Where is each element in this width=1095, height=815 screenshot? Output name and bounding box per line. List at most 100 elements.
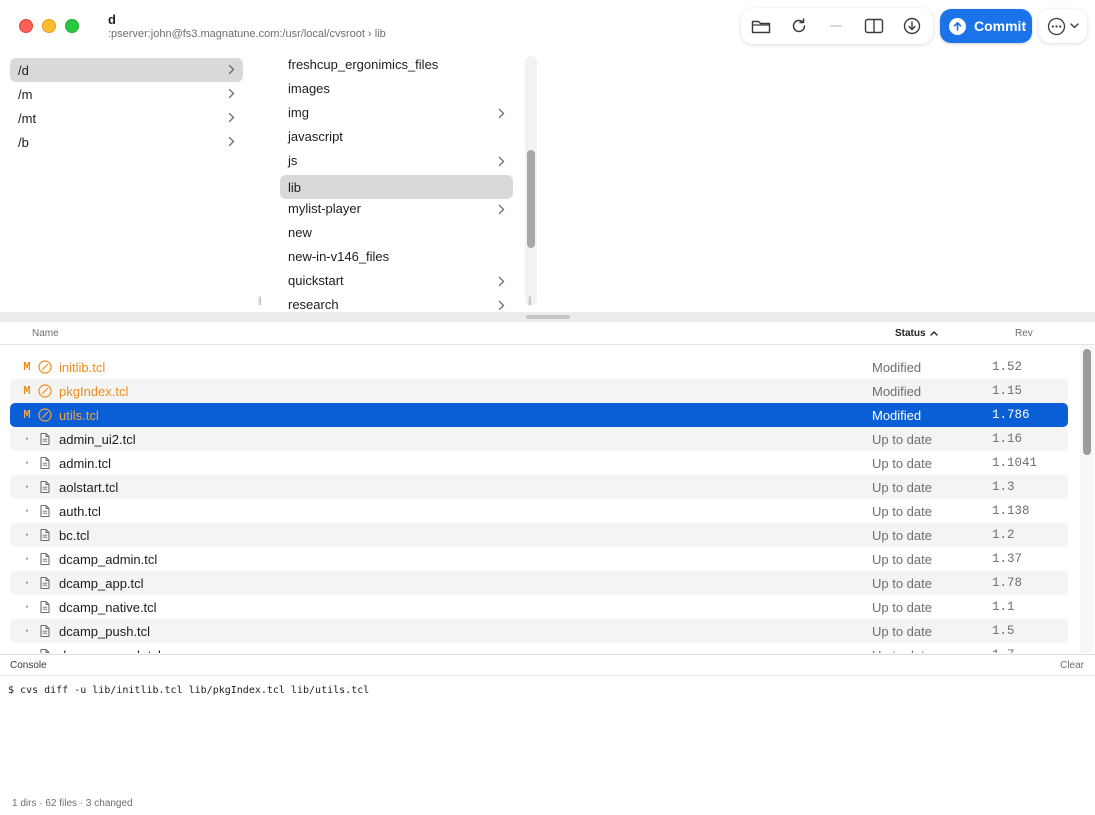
unchanged-status-marker: · — [23, 480, 31, 494]
document-icon — [38, 528, 52, 542]
directory-label: images — [288, 80, 330, 96]
unchanged-status-marker: · — [23, 624, 31, 638]
file-status: Modified — [872, 360, 922, 375]
file-status: Up to date — [872, 624, 932, 639]
table-row[interactable]: · admin_ui2.tcl Up to date 1.16 — [10, 427, 1068, 451]
file-list-scrollbar-thumb[interactable] — [1083, 349, 1091, 455]
table-row[interactable]: · dcamp_app.tcl Up to date 1.78 — [10, 571, 1068, 595]
directory-item[interactable]: javascript — [280, 124, 513, 148]
file-name: dcamp_app.tcl — [59, 576, 144, 591]
chevron-right-icon — [228, 88, 235, 99]
directory-label: freshcup_ergonimics_files — [288, 56, 439, 72]
modified-status-marker: M — [23, 408, 31, 422]
module-item[interactable]: /b — [10, 130, 243, 154]
chevron-right-icon — [498, 156, 505, 167]
table-row[interactable]: · bc.tcl Up to date 1.2 — [10, 523, 1068, 547]
table-row[interactable]: · dcamp_push.tcl Up to date 1.5 — [10, 619, 1068, 643]
commit-label: Commit — [974, 18, 1027, 34]
rev-column-header[interactable]: Rev — [1015, 328, 1033, 339]
directory-label: research — [288, 296, 339, 311]
file-status: Up to date — [872, 552, 932, 567]
module-item[interactable]: /d — [10, 58, 243, 82]
minimize-window-button[interactable] — [42, 19, 56, 33]
file-name: auth.tcl — [59, 504, 101, 519]
more-options-button[interactable] — [1039, 9, 1087, 43]
file-status: Up to date — [872, 456, 932, 471]
zoom-window-button[interactable] — [65, 19, 79, 33]
console-header: Console Clear — [0, 654, 1095, 676]
file-table-header: Name Status Rev — [0, 322, 1095, 345]
file-revision: 1.16 — [992, 432, 1023, 446]
file-revision: 1.786 — [992, 408, 1030, 422]
directory-label: quickstart — [288, 272, 344, 288]
directory-item[interactable]: new — [280, 220, 513, 244]
directory-item[interactable]: mylist-player — [280, 196, 513, 220]
download-icon[interactable] — [901, 16, 923, 36]
clear-console-button[interactable]: Clear — [1060, 660, 1084, 671]
table-row[interactable]: · auth.tcl Up to date 1.138 — [10, 499, 1068, 523]
file-name: aolstart.tcl — [59, 480, 119, 495]
file-revision: 1.1 — [992, 600, 1015, 614]
directory-item[interactable]: js — [280, 148, 513, 172]
table-row[interactable]: · dcamp_admin.tcl Up to date 1.37 — [10, 547, 1068, 571]
unchanged-status-marker: · — [23, 600, 31, 614]
table-row[interactable]: Minitlib.tcl Modified 1.52 — [10, 355, 1068, 379]
table-row[interactable]: Mutils.tcl Modified 1.786 — [10, 403, 1068, 427]
directory-item[interactable]: freshcup_ergonimics_files — [280, 52, 513, 76]
table-row[interactable]: MpkgIndex.tcl Modified 1.15 — [10, 379, 1068, 403]
ellipsis-circle-icon — [1047, 17, 1066, 35]
file-revision: 1.3 — [992, 480, 1015, 494]
window-title: d — [108, 12, 116, 27]
chevron-down-icon — [1070, 23, 1079, 29]
module-item[interactable]: /mt — [10, 106, 243, 130]
close-window-button[interactable] — [19, 19, 33, 33]
document-icon — [38, 576, 52, 590]
column-resize-handle[interactable]: || — [258, 295, 262, 305]
file-revision: 1.37 — [992, 552, 1023, 566]
column-resize-handle[interactable]: || — [528, 295, 532, 305]
split-view-icon[interactable] — [863, 16, 885, 36]
file-revision: 1.52 — [992, 360, 1023, 374]
directory-item[interactable]: images — [280, 76, 513, 100]
modified-file-icon — [38, 384, 52, 398]
directory-scrollbar-thumb[interactable] — [527, 150, 535, 248]
module-item[interactable]: /m — [10, 82, 243, 106]
file-revision: 1.1041 — [992, 456, 1038, 470]
file-name: pkgIndex.tcl — [59, 384, 129, 399]
splitter-grip[interactable] — [526, 315, 570, 319]
document-icon — [38, 552, 52, 566]
directory-item[interactable]: research — [280, 292, 513, 310]
table-row[interactable]: · admin.tcl Up to date 1.1041 — [10, 451, 1068, 475]
arrow-up-icon — [949, 17, 966, 35]
file-name: utils.tcl — [59, 408, 99, 423]
name-column-header[interactable]: Name — [32, 328, 59, 339]
file-status: Modified — [872, 408, 922, 423]
directory-item[interactable]: img — [280, 100, 513, 124]
toolbar-group — [741, 8, 933, 44]
chevron-right-icon — [498, 204, 505, 215]
directory-label: mylist-player — [288, 200, 361, 216]
file-revision: 1.78 — [992, 576, 1023, 590]
file-name: initlib.tcl — [59, 360, 106, 375]
status-column-header[interactable]: Status — [895, 328, 939, 339]
table-row[interactable]: · aolstart.tcl Up to date 1.3 — [10, 475, 1068, 499]
directory-item[interactable]: quickstart — [280, 268, 513, 292]
file-status: Up to date — [872, 480, 932, 495]
status-header-label: Status — [895, 328, 926, 339]
table-row[interactable]: · dcamp_search.tcl Up to date 1.7 — [10, 643, 1068, 653]
chevron-right-icon — [498, 276, 505, 287]
file-name: admin.tcl — [59, 456, 112, 471]
document-icon — [38, 480, 52, 494]
commit-button[interactable]: Commit — [940, 9, 1032, 43]
folder-icon[interactable] — [750, 16, 772, 36]
console-title: Console — [10, 660, 47, 671]
table-row[interactable]: · dcamp_native.tcl Up to date 1.1 — [10, 595, 1068, 619]
modified-file-icon — [38, 408, 52, 422]
document-icon — [38, 648, 52, 653]
document-icon — [38, 432, 52, 446]
file-status: Up to date — [872, 504, 932, 519]
directory-item[interactable]: new-in-v146_files — [280, 244, 513, 268]
unchanged-status-marker: · — [23, 576, 31, 590]
refresh-icon[interactable] — [788, 16, 810, 36]
file-name: dcamp_native.tcl — [59, 600, 157, 615]
